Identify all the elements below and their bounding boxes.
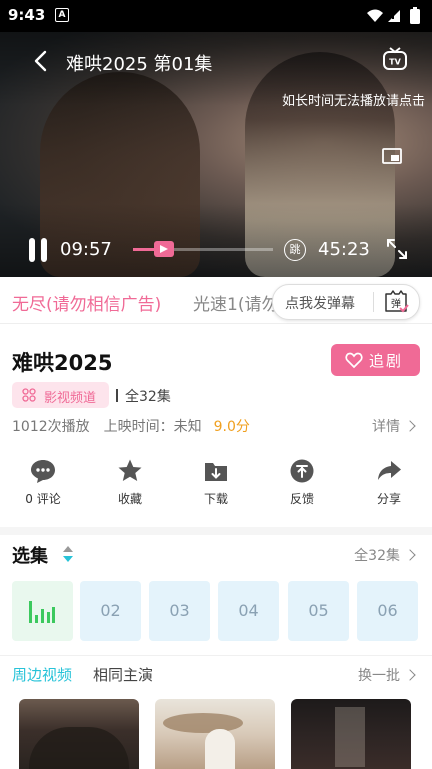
episodes-title: 选集: [12, 546, 48, 567]
star-icon: [118, 459, 142, 481]
favorite-button[interactable]: 收藏: [100, 455, 160, 515]
status-bar: 9:43 A: [0, 0, 432, 32]
download-icon: [205, 463, 227, 481]
tab-same-cast[interactable]: 相同主演: [93, 664, 153, 685]
episode-count: 全32集: [116, 386, 171, 406]
progress-thumb[interactable]: [153, 241, 174, 257]
comment-icon: [31, 460, 55, 483]
chevron-right-icon: [404, 669, 416, 681]
all-episodes-label: 全32集: [354, 548, 400, 564]
playback-notice: 如长时间无法播放请点击: [282, 94, 426, 109]
refresh-batch-link[interactable]: 换一批: [358, 665, 416, 685]
follow-button[interactable]: 追剧: [331, 344, 420, 376]
refresh-batch-label: 换一批: [358, 668, 400, 684]
video-thumbnail[interactable]: [155, 699, 275, 769]
skip-intro-icon[interactable]: 跳: [284, 239, 306, 261]
pause-icon[interactable]: [28, 238, 50, 262]
play-count: 1012次播放: [12, 419, 90, 435]
download-button[interactable]: 下载: [186, 455, 246, 515]
sort-icon[interactable]: [62, 545, 74, 563]
danmu-button[interactable]: 点我发弹幕 弹: [272, 284, 420, 320]
picture-in-picture-icon[interactable]: [382, 148, 402, 164]
grid-icon: [22, 388, 36, 402]
heart-icon: [345, 352, 363, 369]
chevron-right-icon: [404, 549, 416, 561]
detail-link[interactable]: 详情: [372, 416, 416, 436]
now-playing-icon: [29, 601, 55, 623]
source-tab-active[interactable]: 无尽(请勿相信广告): [12, 290, 161, 315]
detail-label: 详情: [372, 419, 400, 435]
release-time: 上映时间：未知: [103, 419, 202, 435]
feedback-icon: [290, 459, 314, 483]
episode-item[interactable]: 06: [357, 581, 418, 641]
favorite-label: 收藏: [117, 492, 142, 506]
tab-related-videos[interactable]: 周边视频: [12, 664, 72, 685]
episode-item[interactable]: 03: [149, 581, 210, 641]
svg-text:TV: TV: [389, 58, 401, 67]
status-time: 9:43: [8, 6, 46, 24]
share-label: 分享: [376, 492, 401, 506]
episode-item[interactable]: 04: [218, 581, 279, 641]
download-label: 下载: [203, 492, 228, 506]
comment-label: 0 评论: [25, 492, 61, 506]
episode-item[interactable]: 02: [80, 581, 141, 641]
channel-tag[interactable]: 影视频道: [12, 382, 109, 408]
current-time: 09:57: [60, 239, 112, 260]
player-title: 难哄2025 第01集: [66, 54, 213, 75]
feedback-button[interactable]: 反馈: [272, 455, 332, 515]
episode-item-01[interactable]: [12, 581, 73, 641]
episode-item[interactable]: 05: [288, 581, 349, 641]
video-thumbnail[interactable]: [291, 699, 411, 769]
duration: 45:23: [318, 239, 370, 260]
section-divider: [0, 527, 432, 535]
video-player[interactable]: 难哄2025 第01集 TV 如长时间无法播放请点击 09:57 跳 45:23: [0, 32, 432, 277]
chevron-right-icon: [404, 420, 416, 432]
show-title: 难哄2025: [12, 351, 113, 375]
channel-tag-label: 影视频道: [44, 391, 97, 406]
score: 9.0分: [213, 419, 250, 435]
fullscreen-icon[interactable]: [386, 238, 408, 260]
action-bar: 0 评论 收藏 下载 反馈 分享: [0, 455, 432, 515]
share-icon: [378, 461, 401, 480]
share-button[interactable]: 分享: [359, 455, 419, 515]
source-tab-other[interactable]: 光速1(请勿: [193, 290, 278, 315]
danmu-icon-text: 弹: [391, 297, 401, 310]
feedback-label: 反馈: [289, 492, 314, 506]
show-meta: 1012次播放 上映时间：未知 9.0分: [12, 416, 250, 436]
app-notification-icon: A: [55, 8, 69, 22]
recommend-tabs: 周边视频 相同主演 换一批: [0, 655, 432, 692]
status-icons: [367, 7, 420, 24]
cast-tv-icon[interactable]: TV: [382, 47, 408, 71]
back-arrow-icon[interactable]: [30, 50, 52, 72]
comment-button[interactable]: 0 评论: [13, 455, 73, 515]
video-thumbnail[interactable]: [19, 699, 139, 769]
danmu-icon: 弹: [385, 290, 409, 313]
follow-label: 追剧: [369, 352, 404, 370]
all-episodes-link[interactable]: 全32集: [354, 545, 416, 565]
progress-bar[interactable]: [133, 241, 273, 257]
danmu-label: 点我发弹幕: [285, 296, 355, 312]
